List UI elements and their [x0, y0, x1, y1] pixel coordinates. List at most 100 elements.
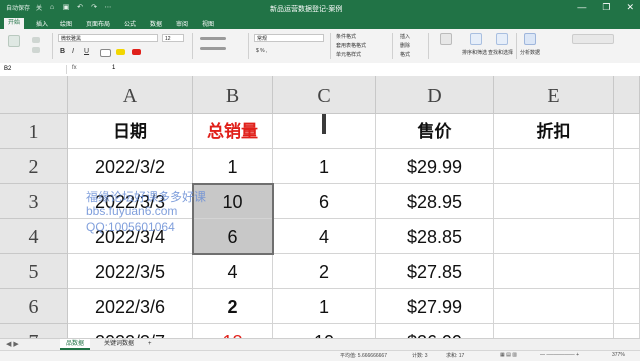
zoom-slider[interactable]: — ──────── +: [540, 352, 579, 358]
table-format-button[interactable]: 套用表格格式: [336, 42, 366, 49]
undo-icon[interactable]: ↶: [76, 4, 84, 12]
row-header-6[interactable]: 6: [0, 289, 68, 324]
fx-icon[interactable]: fx: [72, 65, 77, 71]
tab-data[interactable]: 数据: [150, 19, 162, 28]
column-header-d[interactable]: D: [376, 76, 494, 114]
more-icon[interactable]: ⋯: [104, 4, 112, 12]
share-button[interactable]: [572, 34, 614, 44]
column-header-c[interactable]: C: [273, 76, 376, 114]
table-cell[interactable]: 2022/3/7: [68, 324, 193, 338]
row-header-2[interactable]: 2: [0, 149, 68, 184]
tab-insert[interactable]: 插入: [36, 19, 48, 28]
header-cell-discount[interactable]: 折扣: [494, 114, 614, 149]
save-icon[interactable]: ▣: [62, 4, 70, 12]
table-cell[interactable]: [494, 254, 614, 289]
table-cell[interactable]: [614, 289, 640, 324]
underline-button[interactable]: U: [84, 48, 89, 55]
analyze-data-icon[interactable]: [524, 33, 536, 45]
table-cell[interactable]: $28.85: [376, 219, 494, 254]
table-cell[interactable]: 1: [193, 149, 273, 184]
table-cell[interactable]: [494, 324, 614, 338]
table-cell[interactable]: [614, 149, 640, 184]
maximize-button[interactable]: ❐: [602, 2, 610, 13]
column-header-a[interactable]: A: [68, 76, 193, 114]
table-cell[interactable]: 10: [273, 324, 376, 338]
insert-cells-button[interactable]: 插入: [400, 33, 410, 40]
row-header-5[interactable]: 5: [0, 254, 68, 289]
column-header-b[interactable]: B: [193, 76, 273, 114]
fill-color-icon[interactable]: [116, 49, 125, 55]
tab-formulas[interactable]: 公式: [124, 19, 136, 28]
row-header-4[interactable]: 4: [0, 219, 68, 254]
number-format-select[interactable]: 常规: [254, 34, 324, 42]
find-select-icon[interactable]: [496, 33, 508, 45]
delete-cells-button[interactable]: 删除: [400, 42, 410, 49]
table-cell[interactable]: [494, 149, 614, 184]
table-cell[interactable]: 2: [193, 289, 273, 324]
cell-style-button[interactable]: 单元格样式: [336, 51, 361, 58]
header-cell-date[interactable]: 日期: [68, 114, 193, 149]
header-cell-c[interactable]: [273, 114, 376, 149]
font-name-select[interactable]: 微软雅黑: [58, 34, 158, 42]
currency-icon[interactable]: $ % ,: [256, 48, 267, 54]
minimize-button[interactable]: —: [577, 2, 586, 13]
table-cell[interactable]: 4: [193, 254, 273, 289]
table-cell[interactable]: $27.99: [376, 289, 494, 324]
table-cell[interactable]: 4: [273, 219, 376, 254]
home-icon[interactable]: ⌂: [48, 4, 56, 12]
sheet-tab-products[interactable]: 品数据: [60, 339, 91, 350]
table-cell[interactable]: [494, 184, 614, 219]
column-header-e[interactable]: E: [494, 76, 614, 114]
tab-draw[interactable]: 绘图: [60, 19, 72, 28]
table-cell[interactable]: 1: [273, 289, 376, 324]
tab-page-layout[interactable]: 页面布局: [86, 19, 110, 28]
formula-input[interactable]: 1: [112, 65, 115, 71]
table-cell[interactable]: 2: [273, 254, 376, 289]
table-cell[interactable]: [494, 219, 614, 254]
table-cell[interactable]: 2022/3/6: [68, 289, 193, 324]
italic-button[interactable]: I: [72, 48, 74, 55]
name-box[interactable]: B2: [2, 65, 67, 74]
paste-icon[interactable]: [8, 35, 20, 47]
row-header-7[interactable]: 7: [0, 324, 68, 338]
table-cell[interactable]: [614, 219, 640, 254]
format-cells-button[interactable]: 格式: [400, 51, 410, 58]
font-color-icon[interactable]: [132, 49, 141, 55]
table-cell[interactable]: $28.95: [376, 184, 494, 219]
sheet-nav-arrows-icon[interactable]: ◀ ▶: [6, 340, 19, 348]
tab-review[interactable]: 审阅: [176, 19, 188, 28]
table-cell[interactable]: [614, 184, 640, 219]
autosave-toggle[interactable]: 关: [36, 3, 42, 12]
tab-view[interactable]: 视图: [202, 19, 214, 28]
tab-home[interactable]: 开始: [4, 18, 25, 29]
row-header-3[interactable]: 3: [0, 184, 68, 219]
conditional-format-button[interactable]: 条件格式: [336, 33, 356, 40]
row-header-1[interactable]: 1: [0, 114, 68, 149]
table-cell[interactable]: $27.85: [376, 254, 494, 289]
redo-icon[interactable]: ↷: [90, 4, 98, 12]
select-all-corner[interactable]: [0, 76, 68, 114]
table-cell[interactable]: 6: [273, 184, 376, 219]
view-mode-icon[interactable]: ▦ ▤ ▥: [500, 352, 517, 358]
table-cell[interactable]: [614, 324, 640, 338]
border-icon[interactable]: [100, 49, 111, 57]
table-cell[interactable]: 6: [193, 219, 273, 254]
table-cell[interactable]: 2022/3/5: [68, 254, 193, 289]
zoom-level[interactable]: 377%: [612, 352, 625, 358]
close-button[interactable]: ✕: [626, 2, 634, 13]
table-cell[interactable]: $26.99: [376, 324, 494, 338]
bold-button[interactable]: B: [60, 48, 65, 55]
cut-icon[interactable]: [32, 37, 40, 43]
header-cell-total-sales[interactable]: 总销量: [193, 114, 273, 149]
cell-f1[interactable]: [614, 114, 640, 149]
indent-icon[interactable]: [200, 47, 226, 50]
table-cell[interactable]: [614, 254, 640, 289]
add-sheet-button[interactable]: +: [142, 339, 158, 350]
font-size-select[interactable]: 12: [162, 34, 184, 42]
sum-icon[interactable]: [440, 33, 452, 45]
column-header-f[interactable]: [614, 76, 640, 114]
table-cell[interactable]: 1: [273, 149, 376, 184]
sheet-tab-keywords[interactable]: 关键词数据: [98, 339, 140, 350]
copy-icon[interactable]: [32, 47, 40, 53]
table-cell[interactable]: 18: [193, 324, 273, 338]
